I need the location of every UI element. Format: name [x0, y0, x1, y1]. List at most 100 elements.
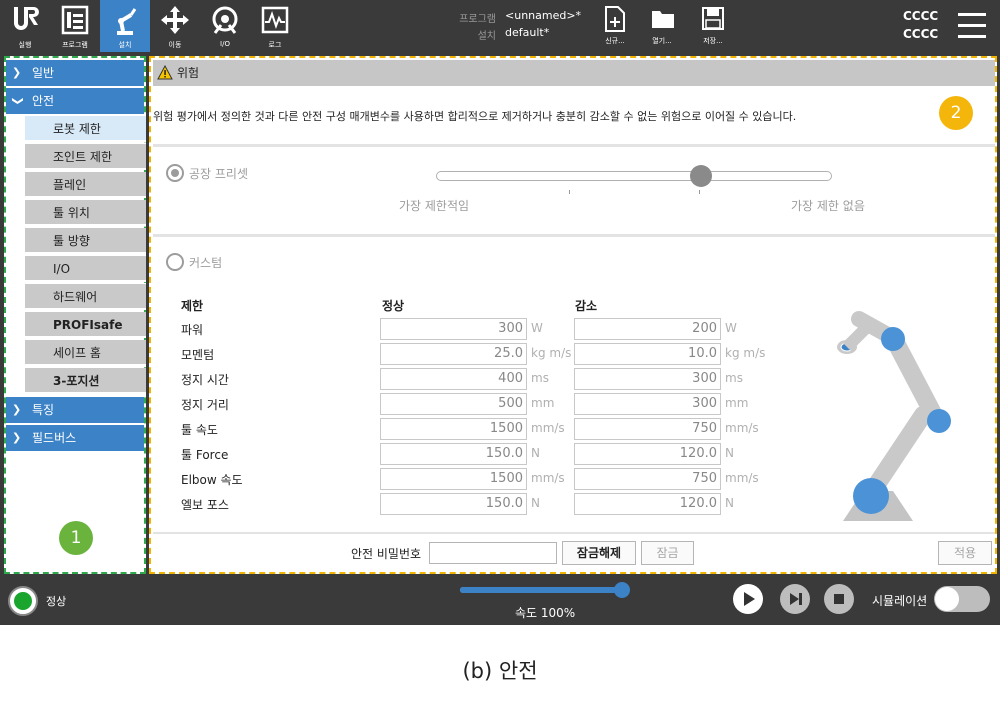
- nav-installation[interactable]: 설치: [100, 0, 150, 52]
- reduced-value-field[interactable]: 120.0: [574, 493, 721, 515]
- nav-io[interactable]: I/O: [200, 0, 250, 52]
- save-button-label: 저장...: [703, 37, 723, 45]
- limit-row-label: 툴 속도: [181, 423, 218, 437]
- figure-caption: (b) 안전: [462, 659, 538, 683]
- sidebar-section-general[interactable]: ❯ 일반: [6, 60, 144, 86]
- nav-program[interactable]: 프로그램: [50, 0, 100, 52]
- unlock-button[interactable]: 잠금해제: [562, 541, 636, 565]
- sidebar-item-safe-home[interactable]: 세이프 홈: [25, 340, 146, 366]
- log-icon: [261, 6, 289, 34]
- preset-slider-track[interactable]: [436, 171, 832, 181]
- simulation-label: 시뮬레이션: [872, 594, 928, 608]
- reduced-value-field[interactable]: 750: [574, 418, 721, 440]
- simulation-toggle[interactable]: [934, 586, 990, 612]
- normal-unit: mm/s: [531, 421, 565, 435]
- slider-tick: [569, 190, 570, 194]
- divider: [153, 532, 995, 534]
- speed-slider-track[interactable]: [460, 587, 622, 593]
- normal-value-field[interactable]: 150.0: [380, 443, 527, 465]
- preset-slider-knob[interactable]: [690, 165, 713, 187]
- sidebar-item-joint-limits[interactable]: 조인트 제한: [25, 144, 146, 170]
- step-button[interactable]: [780, 584, 810, 614]
- play-button[interactable]: [733, 584, 763, 614]
- lock-button[interactable]: 잠금: [641, 541, 694, 565]
- column-header-reduced: 감소: [575, 299, 598, 313]
- sidebar-item-hardware[interactable]: 하드웨어: [25, 284, 146, 310]
- normal-value-field[interactable]: 1500: [380, 468, 527, 490]
- nav-installation-label: 설치: [118, 41, 132, 49]
- status-text: 정상: [46, 595, 67, 608]
- sidebar-item-three-position[interactable]: 3-포지션: [25, 368, 146, 394]
- limit-row-label: 엘보 포스: [181, 498, 229, 512]
- normal-unit: kg m/s: [531, 346, 572, 360]
- reduced-value-field[interactable]: 200: [574, 318, 721, 340]
- open-button-label: 열기...: [652, 37, 672, 45]
- sidebar-section-label: 특징: [32, 403, 55, 417]
- nav-run-label: 실행: [18, 41, 32, 49]
- speed-slider-fill: [460, 587, 622, 593]
- sidebar-section-label: 일반: [32, 66, 55, 80]
- sidebar: ❯ 일반 ❯ 안전 로봇 제한 조인트 제한 플레인 툴 위치 툴 방향 I/O…: [4, 56, 146, 574]
- step-forward-icon: [790, 593, 802, 605]
- main-panel: 위험 위험 평가에서 정의한 것과 다른 안전 구성 매개변수를 사용하면 합리…: [149, 56, 997, 574]
- open-button[interactable]: 열기...: [642, 0, 682, 52]
- reduced-unit: N: [725, 496, 734, 510]
- column-header-normal: 정상: [382, 299, 405, 313]
- normal-value-field[interactable]: 150.0: [380, 493, 527, 515]
- chevron-down-icon: ❯: [11, 96, 25, 106]
- nav-log[interactable]: 로그: [250, 0, 300, 52]
- new-button[interactable]: 신규...: [595, 0, 635, 52]
- sidebar-item-tool-direction[interactable]: 툴 방향: [25, 228, 146, 254]
- status-indicator[interactable]: [8, 586, 38, 616]
- sidebar-section-label: 안전: [32, 94, 55, 108]
- sidebar-item-profisafe[interactable]: PROFIsafe: [25, 312, 146, 338]
- nav-run[interactable]: 실행: [0, 0, 50, 52]
- reduced-unit: N: [725, 446, 734, 460]
- nav-log-label: 로그: [268, 41, 282, 49]
- normal-value-field[interactable]: 400: [380, 368, 527, 390]
- reduced-value-field[interactable]: 10.0: [574, 343, 721, 365]
- robot-id-bottom: CCCC: [903, 27, 939, 41]
- sidebar-item-tool-position[interactable]: 툴 위치: [25, 200, 146, 226]
- sidebar-section-features[interactable]: ❯ 특징: [6, 397, 144, 423]
- reduced-unit: kg m/s: [725, 346, 766, 360]
- custom-radio[interactable]: [166, 253, 184, 271]
- reduced-value-field[interactable]: 300: [574, 368, 721, 390]
- sidebar-item-robot-limits[interactable]: 로봇 제한: [25, 116, 146, 142]
- factory-preset-radio[interactable]: [166, 164, 184, 182]
- sidebar-item-io[interactable]: I/O: [25, 256, 146, 282]
- sidebar-section-fieldbus[interactable]: ❯ 필드버스: [6, 425, 144, 451]
- safety-password-input[interactable]: [429, 542, 557, 564]
- limit-row-label: 툴 Force: [181, 448, 229, 462]
- normal-unit: ms: [531, 371, 549, 385]
- speed-label: 속도 100%: [515, 606, 576, 620]
- new-file-icon: [605, 6, 625, 32]
- normal-value-field[interactable]: 1500: [380, 418, 527, 440]
- reduced-value-field[interactable]: 120.0: [574, 443, 721, 465]
- io-icon: [212, 6, 238, 34]
- sidebar-section-safety[interactable]: ❯ 안전: [6, 88, 144, 114]
- chevron-right-icon: ❯: [12, 431, 22, 444]
- reduced-value-field[interactable]: 300: [574, 393, 721, 415]
- nav-move[interactable]: 이동: [150, 0, 200, 52]
- normal-value-field[interactable]: 300: [380, 318, 527, 340]
- stop-icon: [834, 594, 844, 604]
- hamburger-menu-icon[interactable]: [958, 13, 986, 39]
- robot-arm-illustration: [837, 311, 951, 521]
- normal-unit: mm/s: [531, 471, 565, 485]
- limit-row-label: 모멘텀: [181, 348, 215, 362]
- slider-min-label: 가장 제한적임: [399, 199, 470, 213]
- normal-value-field[interactable]: 25.0: [380, 343, 527, 365]
- normal-unit: W: [531, 321, 543, 335]
- save-button[interactable]: 저장...: [693, 0, 733, 52]
- sidebar-item-planes[interactable]: 플레인: [25, 172, 146, 198]
- speed-slider-knob[interactable]: [614, 582, 630, 598]
- limit-row-label: 정지 시간: [181, 373, 229, 387]
- normal-value-field[interactable]: 500: [380, 393, 527, 415]
- callout-badge-2: 2: [939, 96, 973, 130]
- page-title-bar: 위험: [153, 60, 995, 86]
- stop-button[interactable]: [824, 584, 854, 614]
- apply-button[interactable]: 적용: [938, 541, 992, 565]
- reduced-value-field[interactable]: 750: [574, 468, 721, 490]
- normal-unit: N: [531, 446, 540, 460]
